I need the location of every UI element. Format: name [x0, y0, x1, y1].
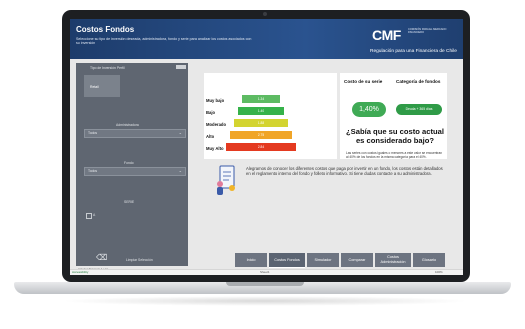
- chevron-down-icon: ⌄: [178, 168, 182, 173]
- tab-costos-fondos[interactable]: Costos Fondos: [269, 253, 305, 268]
- clear-selection-button[interactable]: Limpiar Selección: [126, 258, 153, 262]
- serie-label: SERIE: [124, 200, 135, 204]
- investor-tile-label: Retail: [90, 85, 99, 89]
- document-person-icon: [217, 165, 235, 195]
- sheet-tab[interactable]: Sheet1: [260, 270, 270, 274]
- laptop-shadow: [60, 296, 470, 306]
- investor-tile-retail[interactable]: Retail: [84, 75, 120, 97]
- tab-inicio[interactable]: Inicio: [235, 253, 267, 267]
- tab-simulador[interactable]: Simulador: [307, 253, 339, 267]
- category-badge: Deuda + 365 días: [396, 104, 442, 115]
- page-subtitle: Seleccione su tipo de inversión deseada,…: [76, 37, 252, 46]
- zoom-level[interactable]: 100%: [435, 270, 443, 274]
- category-label: Categoría de fondos: [396, 79, 441, 84]
- level-bar: 1.88: [234, 119, 288, 127]
- info-text: Alegramos de conocer los diferentes cost…: [246, 166, 443, 176]
- status-left: Accessibility: [72, 270, 89, 274]
- serie-checkbox-label: A: [93, 213, 96, 217]
- tab-glosario[interactable]: Glosario: [413, 253, 445, 267]
- level-bar: 1.40: [238, 107, 284, 115]
- cost-explanation: Las series con costos iguales o menores …: [346, 151, 443, 159]
- level-value: 1.34: [257, 97, 265, 101]
- level-value: 1.40: [257, 109, 265, 113]
- webcam: [263, 12, 267, 16]
- cost-question: ¿Sabía que su costo actual es considerad…: [346, 127, 444, 145]
- admin-label: Administradora: [116, 123, 139, 127]
- cmf-logo-subtext: COMISIÓN PARA EL MERCADO FINANCIERO: [408, 28, 447, 35]
- status-bar: Accessibility Sheet1 100%: [70, 269, 463, 275]
- level-label: Muy bajo: [206, 98, 225, 103]
- cost-levels-panel: Muy bajo 1.34 Bajo 1.40 Moderado 1.88 Al…: [204, 73, 337, 159]
- sidebar-toggle-icon[interactable]: [176, 65, 186, 69]
- tab-costos-administracion[interactable]: Costos Administración: [375, 253, 411, 267]
- level-label: Alto: [206, 134, 215, 139]
- cost-value-badge: 1,40%: [352, 102, 386, 117]
- page-title: Costos Fondos: [76, 25, 135, 34]
- level-label: Moderado: [206, 122, 227, 127]
- header-tagline: Regulación para una Financiera de Chile: [370, 49, 457, 54]
- level-label: Muy Alto: [206, 146, 224, 151]
- cmf-logo: CMF: [372, 27, 401, 43]
- fondo-dropdown-value: Todos: [88, 169, 98, 173]
- fondo-label: Fondo: [124, 161, 134, 165]
- level-value: 1.88: [257, 121, 265, 125]
- admin-dropdown-value: Todos: [88, 131, 98, 135]
- level-label: Bajo: [206, 110, 216, 115]
- eraser-icon[interactable]: ⌫: [96, 253, 107, 262]
- level-value: 2.84: [257, 145, 265, 149]
- level-value: 2.75: [257, 133, 265, 137]
- level-bar: 2.84: [226, 143, 296, 151]
- filter-sidebar: Tipo de Inversión Perfil Retail Administ…: [76, 63, 188, 266]
- cost-label: Costo de su serie: [344, 79, 383, 84]
- serie-checkbox[interactable]: [86, 213, 92, 219]
- tab-comparar[interactable]: Comparar: [341, 253, 373, 267]
- sidebar-title: Tipo de Inversión Perfil: [90, 66, 125, 70]
- level-bar: 2.75: [230, 131, 292, 139]
- cost-summary-panel: Costo de su serie Categoría de fondos 1,…: [340, 73, 447, 159]
- admin-dropdown[interactable]: Todos ⌄: [84, 129, 186, 138]
- screen: Costos Fondos Seleccione su tipo de inve…: [70, 19, 463, 275]
- laptop-notch: [226, 282, 304, 286]
- chevron-down-icon: ⌄: [178, 130, 182, 135]
- level-bar: 1.34: [242, 95, 280, 103]
- fondo-dropdown[interactable]: Todos ⌄: [84, 167, 186, 176]
